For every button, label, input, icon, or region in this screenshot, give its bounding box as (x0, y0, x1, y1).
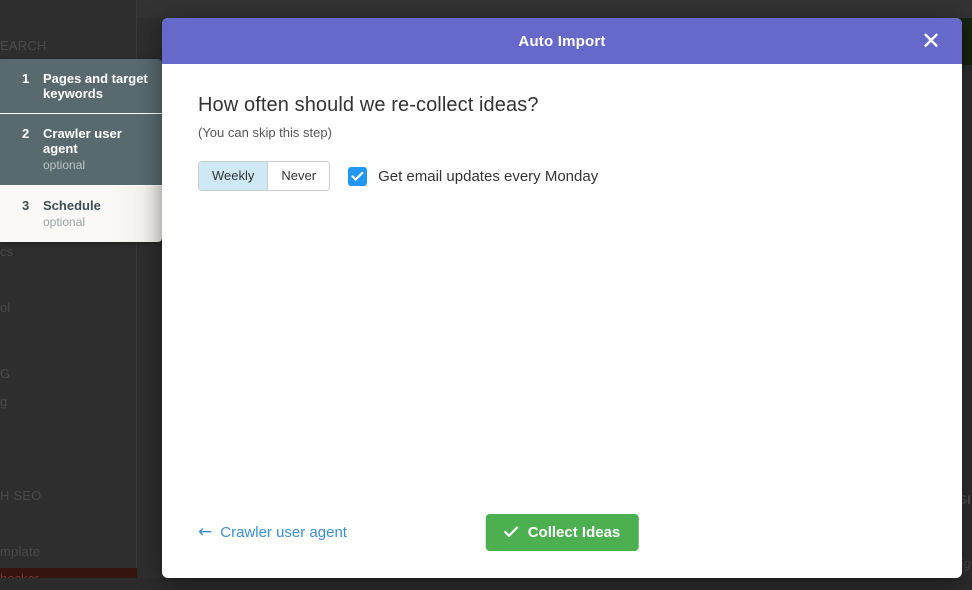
wizard-step-1-number: 1 (22, 71, 30, 86)
close-icon[interactable]: ✕ (918, 28, 944, 54)
wizard-step-2-subtitle: optional (43, 158, 86, 172)
page-title: How often should we re-collect ideas? (198, 94, 539, 116)
schedule-controls: Weekly Never Get email updates every Mon… (198, 161, 926, 191)
collect-ideas-label: Collect Ideas (527, 523, 621, 541)
background-sidebar-fragment: cs (0, 244, 14, 259)
email-updates-checkbox-row[interactable]: Get email updates every Monday (348, 166, 599, 186)
page-subtitle: (You can skip this step) (198, 125, 332, 140)
check-icon (504, 526, 519, 537)
background-sidebar-fragment: G (0, 366, 11, 381)
wizard-step-3-subtitle: optional (43, 215, 86, 229)
frequency-option-never[interactable]: Never (267, 162, 330, 190)
background-sidebar-fragment: g (0, 394, 8, 409)
arrow-left-icon: ← (198, 521, 213, 542)
background-topbar (137, 0, 972, 18)
wizard-step-3[interactable]: 3 Schedule optional (0, 185, 162, 242)
background-sidebar-fragment: ol (0, 300, 11, 315)
background-sidebar-fragment: H SEO (0, 488, 42, 503)
frequency-button-group: Weekly Never (198, 161, 331, 191)
background-bottom-strip (0, 578, 972, 590)
background-sidebar-fragment: EARCH (0, 38, 47, 53)
wizard-step-2-number: 2 (22, 126, 30, 141)
collect-ideas-button[interactable]: Collect Ideas (485, 513, 639, 551)
wizard-step-2[interactable]: 2 Crawler user agent optional (0, 113, 162, 185)
back-link-label: Crawler user agent (220, 523, 347, 541)
wizard-step-3-number: 3 (22, 198, 30, 213)
frequency-option-weekly[interactable]: Weekly (199, 162, 268, 190)
wizard-step-2-title: Crawler user agent (43, 126, 122, 156)
wizard-step-1[interactable]: 1 Pages and target keywords (0, 59, 162, 113)
checkbox-checked-icon[interactable] (348, 166, 368, 186)
modal-body: How often should we re-collect ideas? (Y… (162, 64, 962, 486)
background-sidebar-fragment: mplate (0, 544, 41, 559)
modal-footer: ← Crawler user agent Collect Ideas (162, 486, 962, 578)
wizard-step-1-title: Pages and target keywords (43, 71, 148, 101)
modal-title: Auto Import (518, 32, 606, 50)
wizard-step-3-title: Schedule (43, 198, 101, 213)
back-to-crawler-user-agent-link[interactable]: ← Crawler user agent (198, 521, 347, 542)
background-right-fragment: ig (960, 556, 971, 571)
wizard-steps: 1 Pages and target keywords 2 Crawler us… (0, 59, 162, 242)
modal-header: Auto Import ✕ (162, 18, 962, 64)
auto-import-modal: Auto Import ✕ How often should we re-col… (162, 18, 962, 578)
email-updates-label: Get email updates every Monday (378, 167, 599, 185)
